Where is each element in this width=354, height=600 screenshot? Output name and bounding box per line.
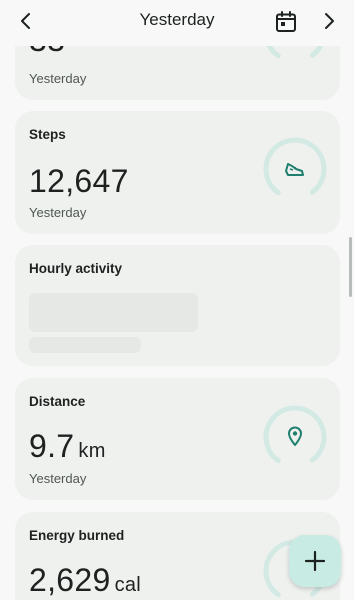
location-pin-icon [288, 426, 302, 446]
top-bar: Yesterday [0, 0, 354, 46]
steps-card[interactable]: Steps 12,647 Yesterday [15, 111, 340, 234]
shoe-icon [285, 163, 304, 176]
distance-label: Distance [29, 394, 86, 409]
distance-number: 9.7 [29, 428, 75, 464]
steps-subtitle: Yesterday [29, 205, 87, 220]
loading-placeholder [29, 337, 141, 353]
metric-subtitle: Yesterday [29, 71, 87, 86]
plus-icon [304, 550, 326, 572]
distance-subtitle: Yesterday [29, 471, 87, 486]
add-button[interactable] [289, 535, 341, 587]
distance-unit: km [78, 440, 106, 462]
calendar-icon[interactable] [274, 10, 298, 34]
hourly-activity-card[interactable]: Hourly activity [15, 245, 340, 366]
distance-value: 9.7 km [29, 428, 106, 465]
page-title: Yesterday [139, 10, 215, 29]
forward-chevron-icon[interactable] [320, 10, 338, 32]
energy-value: 2,629 cal [29, 562, 141, 599]
hourly-activity-label: Hourly activity [29, 261, 123, 276]
energy-unit: cal [114, 574, 142, 596]
energy-number: 2,629 [29, 562, 111, 598]
scrollbar[interactable] [349, 237, 352, 297]
energy-label: Energy burned [29, 528, 125, 543]
steps-value: 12,647 [29, 163, 129, 199]
steps-progress-ring [263, 137, 327, 201]
loading-placeholder [29, 293, 198, 332]
steps-label: Steps [29, 127, 66, 142]
distance-card[interactable]: Distance 9.7 km Yesterday [15, 378, 340, 500]
distance-progress-ring [263, 405, 327, 469]
